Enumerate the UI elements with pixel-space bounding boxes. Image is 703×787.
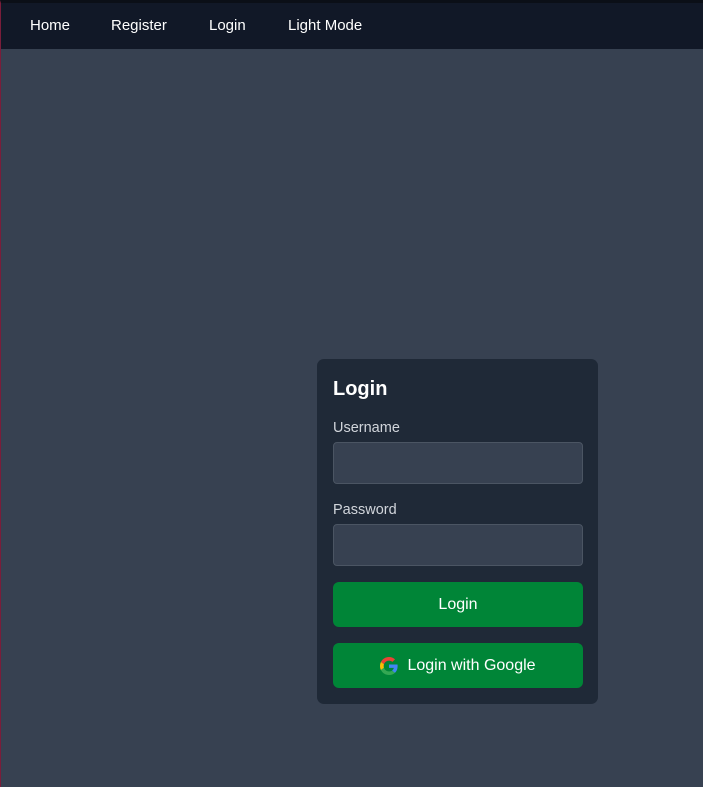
login-title: Login [333, 378, 388, 400]
password-label: Password [333, 502, 397, 518]
login-button[interactable]: Login [333, 582, 583, 627]
google-button-label: Login with Google [407, 656, 536, 674]
username-input[interactable] [333, 442, 583, 484]
navbar: Home Register Login Light Mode [1, 3, 703, 49]
google-icon [380, 656, 399, 675]
nav-register-link[interactable]: Register [111, 17, 167, 35]
nav-login-link[interactable]: Login [209, 17, 246, 35]
login-button-label: Login [438, 595, 478, 613]
nav-light-mode-toggle[interactable]: Light Mode [288, 17, 362, 35]
nav-home-link[interactable]: Home [30, 17, 70, 35]
password-input[interactable] [333, 524, 583, 566]
login-card: Login Username Password Login Login with… [317, 359, 598, 704]
google-login-button[interactable]: Login with Google [333, 643, 583, 688]
username-label: Username [333, 420, 400, 436]
page: Home Register Login Light Mode Login Use… [0, 0, 703, 787]
